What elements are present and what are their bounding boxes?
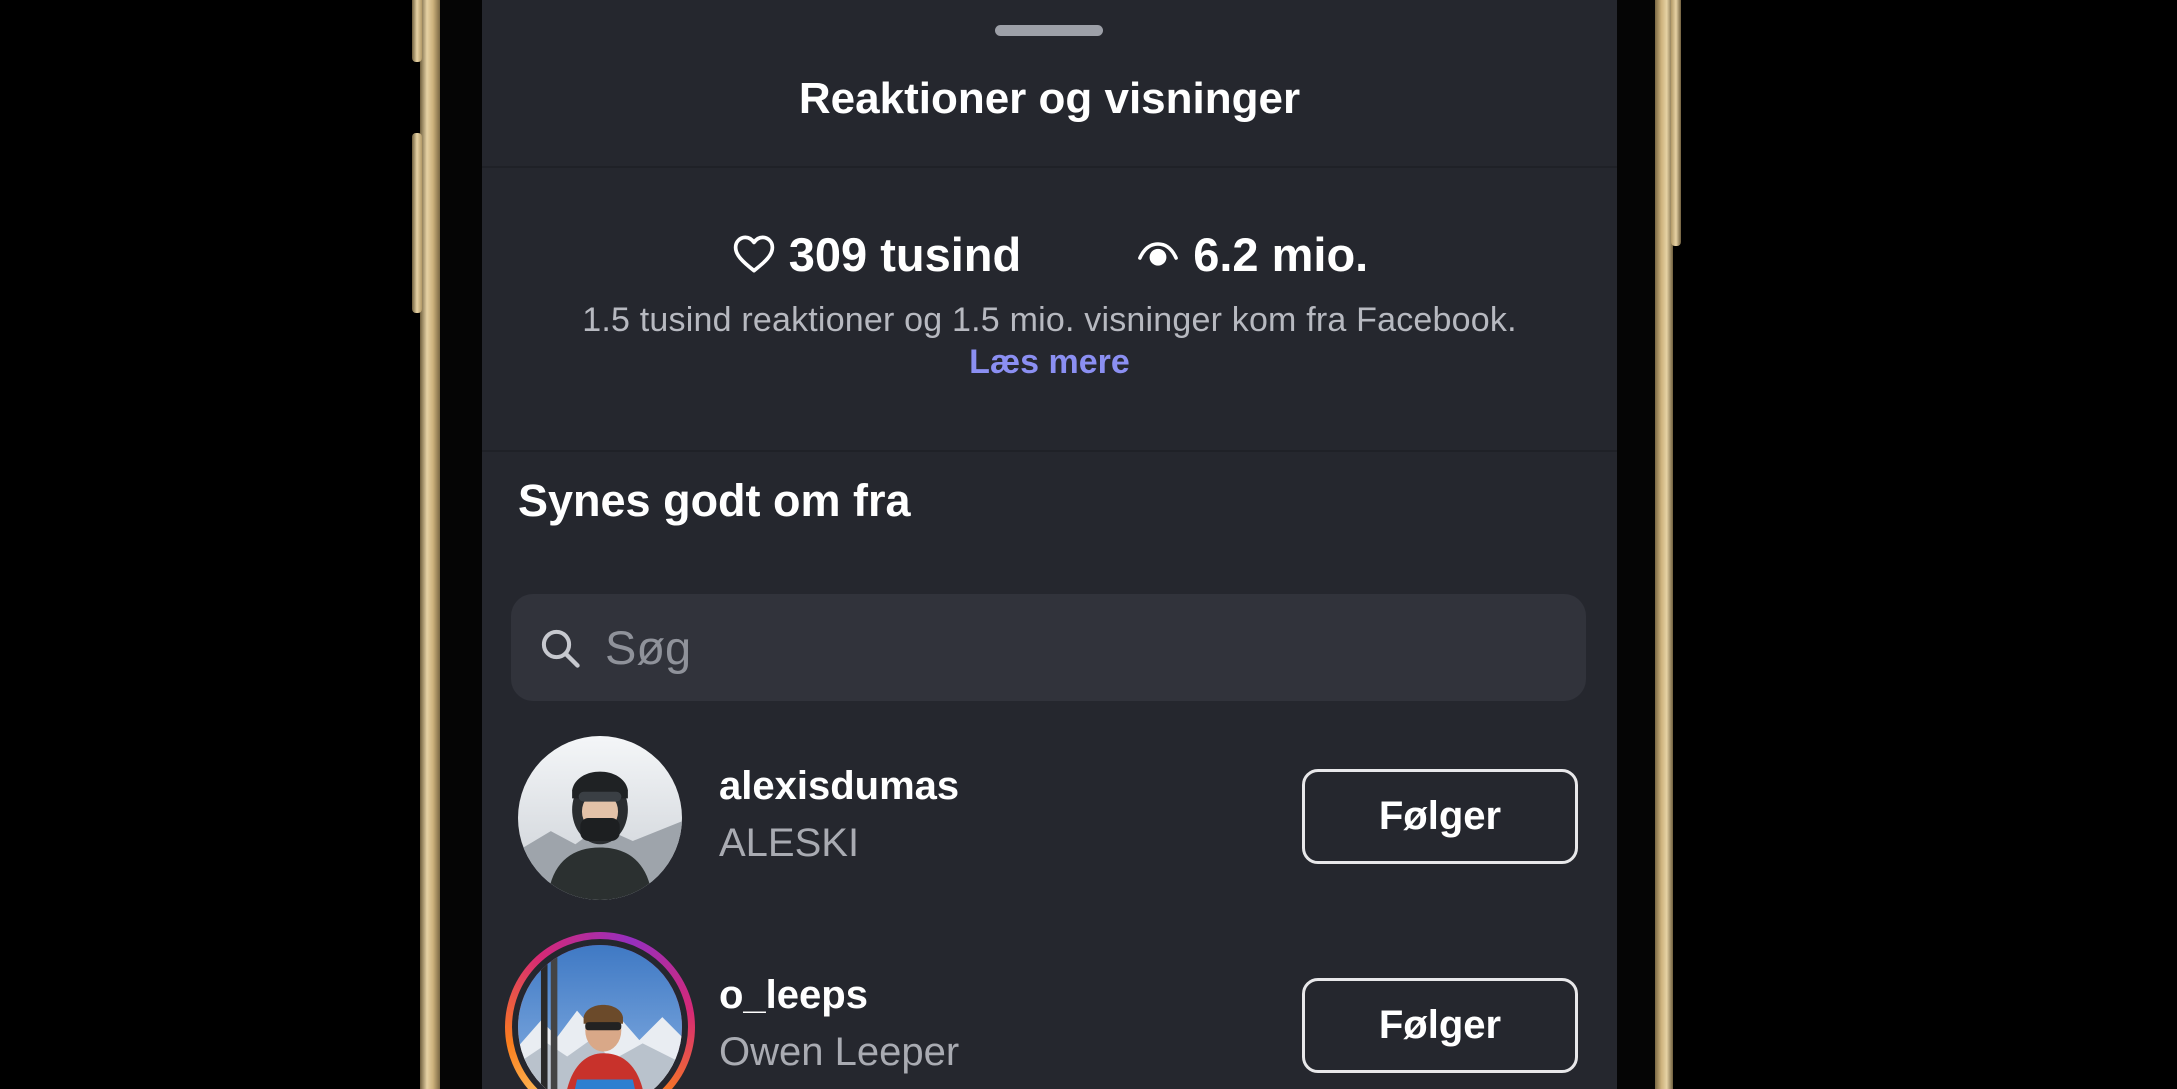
views-stat: 6.2 mio.	[1135, 227, 1368, 282]
read-more-link-wrap: Læs mere	[482, 343, 1617, 382]
username[interactable]: alexisdumas	[719, 764, 959, 809]
stats-row: 309 tusind 6.2 mio.	[482, 224, 1617, 284]
eye-icon	[1135, 231, 1181, 277]
full-name: Owen Leeper	[719, 1030, 960, 1074]
search-input[interactable]: Søg	[511, 594, 1586, 701]
phone-frame-left	[420, 0, 440, 1089]
divider	[482, 166, 1617, 168]
avatar-photo-o-leeps	[518, 945, 682, 1089]
divider	[482, 450, 1617, 452]
read-more-link[interactable]: Læs mere	[969, 343, 1130, 381]
likes-section-title: Synes godt om fra	[518, 475, 911, 526]
likes-count: 309 tusind	[788, 227, 1022, 281]
sheet-grabber-handle[interactable]	[995, 25, 1103, 36]
avatar-story-ring[interactable]	[505, 932, 695, 1089]
heart-outline-icon	[731, 231, 777, 277]
full-name: ALESKI	[719, 821, 860, 865]
phone-side-button-top	[412, 0, 422, 62]
reactions-sheet: Reaktioner og visninger 309 tusind 6.2 m…	[482, 0, 1617, 1089]
list-item[interactable]: alexisdumas ALESKI Følger	[482, 726, 1617, 906]
following-button[interactable]: Følger	[1302, 769, 1578, 864]
views-count: 6.2 mio.	[1193, 227, 1369, 281]
search-placeholder: Søg	[605, 621, 692, 674]
phone-bezel-left	[440, 0, 482, 1089]
screen: Reaktioner og visninger 309 tusind 6.2 m…	[0, 0, 2177, 1089]
sheet-title: Reaktioner og visninger	[798, 74, 1301, 123]
list-item[interactable]: o_leeps Owen Leeper Følger	[482, 932, 1617, 1089]
username[interactable]: o_leeps	[719, 973, 868, 1018]
following-button[interactable]: Følger	[1302, 978, 1578, 1073]
avatar[interactable]	[518, 736, 682, 900]
facebook-info-text: 1.5 tusind reaktioner og 1.5 mio. visnin…	[582, 301, 1517, 339]
phone-power-button	[1671, 0, 1681, 246]
likes-stat: 309 tusind	[731, 227, 1021, 282]
avatar-photo-alexisdumas	[518, 736, 682, 900]
phone-volume-button	[412, 133, 422, 313]
search-icon	[539, 626, 583, 670]
phone-bezel-right	[1617, 0, 1655, 1089]
